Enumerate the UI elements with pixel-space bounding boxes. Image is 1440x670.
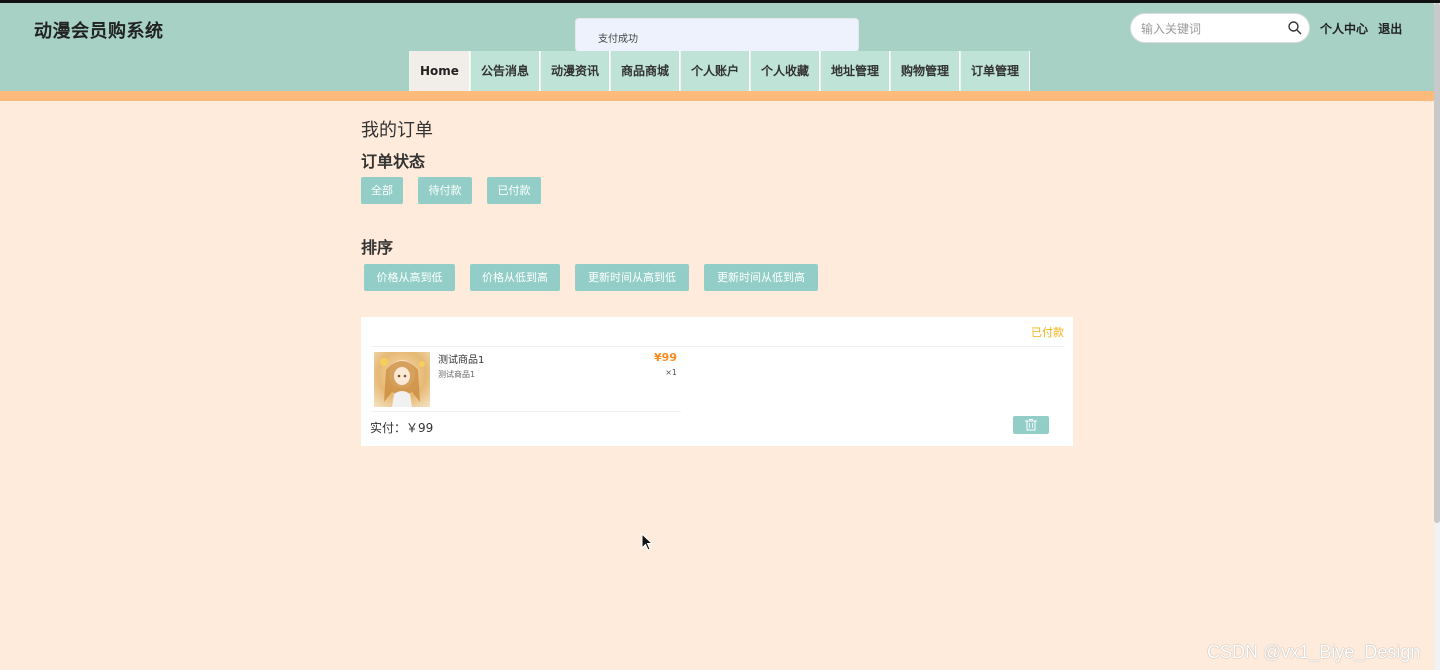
product-image[interactable] xyxy=(374,352,430,407)
filter-all-button[interactable]: 全部 xyxy=(361,177,403,204)
sort-price-desc-button[interactable]: 价格从高到低 xyxy=(364,264,455,291)
product-quantity: ×1 xyxy=(665,368,677,377)
user-links: 个人中心 退出 xyxy=(1320,20,1408,37)
site-title: 动漫会员购系统 xyxy=(34,21,164,42)
search-box[interactable] xyxy=(1130,13,1310,43)
scrollbar-thumb[interactable] xyxy=(1434,3,1440,523)
nav-favorites[interactable]: 个人收藏 xyxy=(750,51,821,91)
user-center-link[interactable]: 个人中心 xyxy=(1320,22,1368,36)
watermark: CSDN @vx1_Biye_Design xyxy=(1207,642,1421,662)
success-toast: 支付成功 xyxy=(575,18,859,52)
nav-address[interactable]: 地址管理 xyxy=(820,51,891,91)
main-nav: Home 公告消息 动漫资讯 商品商城 个人账户 个人收藏 地址管理 购物管理 … xyxy=(409,51,1031,91)
logout-link[interactable]: 退出 xyxy=(1378,22,1402,36)
sort-price-asc-button[interactable]: 价格从低到高 xyxy=(470,264,560,291)
nav-announcements[interactable]: 公告消息 xyxy=(469,51,540,91)
nav-shop[interactable]: 商品商城 xyxy=(609,51,680,91)
divider xyxy=(371,411,681,412)
page-title: 我的订单 xyxy=(361,120,433,141)
filter-paid-button[interactable]: 已付款 xyxy=(487,177,541,204)
nav-account[interactable]: 个人账户 xyxy=(679,51,750,91)
nav-cart[interactable]: 购物管理 xyxy=(890,51,961,91)
paid-total: 实付：￥99 xyxy=(370,421,434,435)
search-input[interactable] xyxy=(1141,21,1281,37)
sort-time-asc-button[interactable]: 更新时间从低到高 xyxy=(704,264,818,291)
nav-orders[interactable]: 订单管理 xyxy=(960,51,1031,91)
divider xyxy=(371,346,1065,347)
filter-unpaid-button[interactable]: 待付款 xyxy=(418,177,472,204)
trash-icon xyxy=(1013,419,1049,438)
product-price: ¥99 xyxy=(654,351,677,364)
search-icon[interactable] xyxy=(1287,20,1303,36)
nav-home[interactable]: Home xyxy=(409,51,470,91)
page-scrollbar[interactable] xyxy=(1434,3,1440,670)
nav-anime-news[interactable]: 动漫资讯 xyxy=(539,51,610,91)
top-header: 动漫会员购系统 支付成功 个人中心 退出 Home 公告消息 动漫资讯 商品商城… xyxy=(0,3,1434,91)
order-card: 已付款 测试商品1 测试商品1 ¥99 ×1 实付：￥99 xyxy=(361,317,1073,446)
sort-time-desc-button[interactable]: 更新时间从高到低 xyxy=(575,264,689,291)
accent-bar xyxy=(0,91,1434,101)
product-description: 测试商品1 xyxy=(438,370,476,379)
product-name[interactable]: 测试商品1 xyxy=(438,351,484,366)
order-status-badge: 已付款 xyxy=(1031,326,1064,339)
mouse-cursor-icon xyxy=(641,532,655,553)
status-section-title: 订单状态 xyxy=(361,152,426,171)
delete-order-button[interactable] xyxy=(1013,416,1049,434)
sort-section-title: 排序 xyxy=(361,238,394,257)
